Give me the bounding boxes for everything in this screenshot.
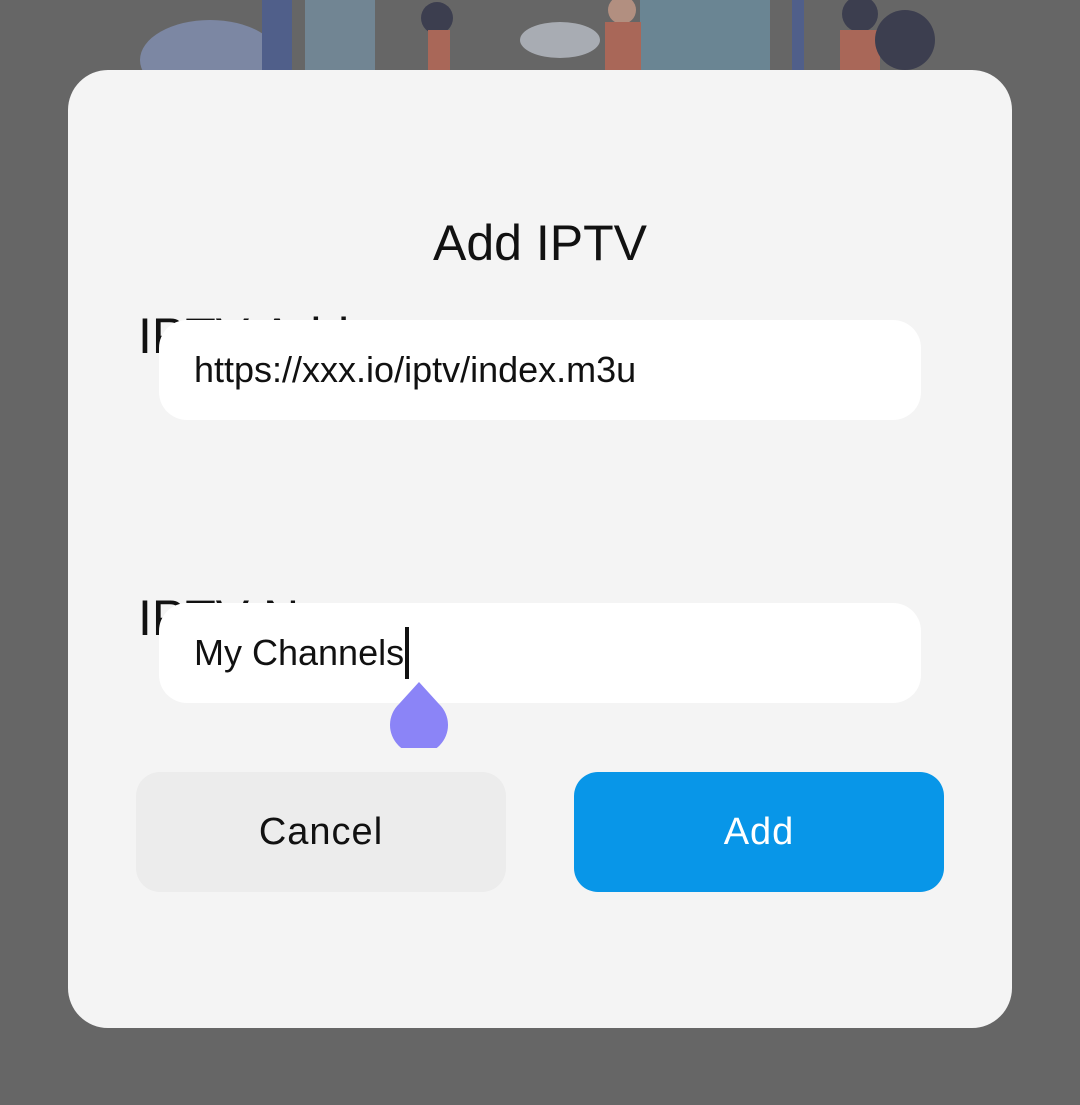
- iptv-address-value: https://xxx.io/iptv/index.m3u: [194, 349, 637, 390]
- cancel-button[interactable]: Cancel: [136, 772, 506, 892]
- iptv-address-input[interactable]: https://xxx.io/iptv/index.m3u: [159, 320, 921, 420]
- text-cursor: [405, 627, 410, 679]
- add-iptv-dialog: Add IPTV IPTV Address https://xxx.io/ipt…: [68, 70, 1012, 1028]
- dialog-title: Add IPTV: [433, 215, 647, 271]
- text-selection-handle[interactable]: [390, 682, 448, 748]
- add-button[interactable]: Add: [574, 772, 944, 892]
- iptv-name-value: My Channels: [194, 632, 405, 673]
- iptv-name-input[interactable]: My Channels: [159, 603, 921, 703]
- background-illustration: [140, 0, 935, 80]
- screen: Add IPTV IPTV Address https://xxx.io/ipt…: [0, 0, 1080, 1105]
